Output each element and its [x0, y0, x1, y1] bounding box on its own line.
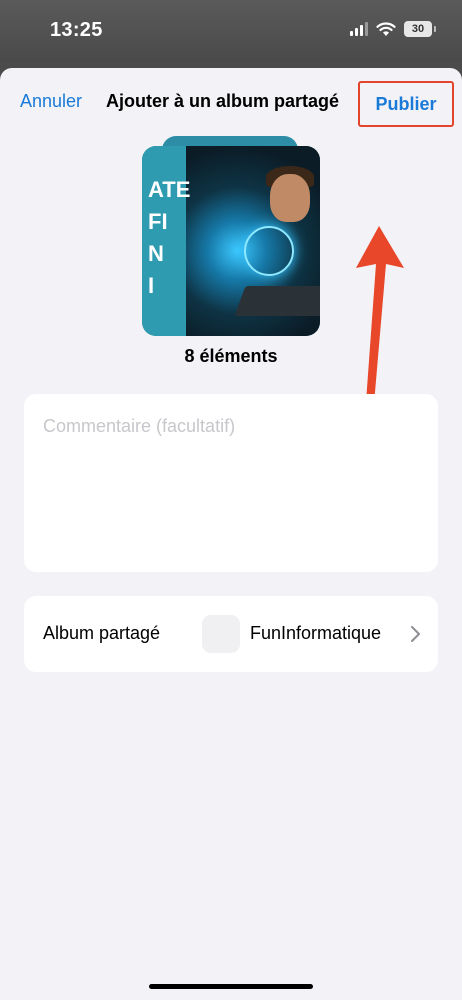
- share-sheet: Annuler Ajouter à un album partagé Publi…: [0, 68, 462, 1000]
- comment-placeholder: Commentaire (facultatif): [43, 416, 236, 436]
- publish-button[interactable]: Publier: [358, 81, 454, 127]
- photo-artwork: [182, 146, 320, 336]
- cellular-signal-icon: [350, 22, 368, 36]
- photo-face: [270, 174, 310, 222]
- home-indicator[interactable]: [149, 984, 313, 989]
- photo-glow: [244, 226, 294, 276]
- album-name: FunInformatique: [250, 623, 382, 643]
- status-time: 13:25: [50, 19, 103, 41]
- item-count: 8 éléments: [184, 346, 278, 366]
- album-label: Album partagé: [43, 623, 161, 643]
- chevron-right-icon: [411, 626, 420, 642]
- battery-level: 30: [411, 23, 425, 35]
- comment-field[interactable]: Commentaire (facultatif): [24, 394, 438, 572]
- cancel-button[interactable]: Annuler: [20, 91, 82, 112]
- wifi-icon: [376, 21, 396, 36]
- album-thumbnail: [202, 615, 240, 653]
- photo-thumbnail: ATE FI N I: [142, 146, 320, 336]
- photo-text-2: FI: [148, 209, 168, 234]
- photo-text-4: I: [148, 273, 155, 298]
- status-icons: 30: [350, 21, 436, 37]
- publish-label: Publier: [375, 93, 437, 114]
- photo-text-1: ATE: [148, 177, 191, 202]
- photo-left-strip: ATE FI N I: [142, 146, 191, 336]
- shared-album-row[interactable]: Album partagé FunInformatique: [24, 596, 438, 672]
- photo-stack: ATE FI N I: [142, 134, 322, 336]
- battery-icon: 30: [404, 21, 436, 37]
- red-arrow-annotation: [356, 226, 404, 404]
- status-bar: 13:25 30: [0, 0, 462, 62]
- page-title: Ajouter à un album partagé: [106, 91, 340, 111]
- photo-text-3: N: [148, 241, 164, 266]
- photo-laptop: [234, 286, 320, 316]
- nav-bar: Annuler Ajouter à un album partagé Publi…: [0, 68, 462, 134]
